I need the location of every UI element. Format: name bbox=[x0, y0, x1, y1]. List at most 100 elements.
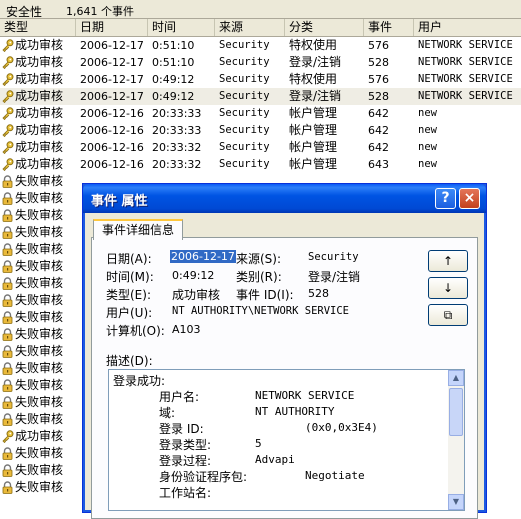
lock-icon bbox=[1, 209, 14, 222]
description-label-text: 用户名: bbox=[159, 390, 200, 404]
cell-date: 2006-12-16 bbox=[80, 158, 144, 171]
key-icon bbox=[1, 90, 14, 104]
description-label-text: 身份验证程序包: bbox=[159, 470, 248, 484]
description-label-text: 登录成功: bbox=[113, 374, 166, 388]
cell-type: 失败审核 bbox=[15, 293, 64, 307]
time-value[interactable]: 0:49:12 bbox=[172, 269, 214, 282]
cell-type: 失败审核 bbox=[15, 276, 64, 290]
date-value[interactable]: 2006-12-17 bbox=[170, 250, 236, 263]
cell-time: 0:51:10 bbox=[152, 39, 195, 52]
lock-icon bbox=[1, 447, 14, 460]
table-row[interactable]: 成功审核 2006-12-16 20:33:32 Security 帐户管理 643 new bbox=[0, 156, 521, 173]
cell-user: NETWORK SERVICE bbox=[418, 39, 513, 51]
cell-event: 642 bbox=[368, 107, 389, 120]
cell-type: 失败审核 bbox=[15, 174, 64, 188]
description-box[interactable]: 登录成功: 用户名: NETWORK SERVICE 域: NT AUTHORITY 登录… bbox=[108, 369, 465, 511]
column-header-row: 类型 日期 时间 来源 分类 事件 用户 bbox=[0, 19, 521, 37]
cell-user: NETWORK SERVICE bbox=[418, 90, 513, 102]
table-row[interactable]: 成功审核 2006-12-17 0:51:10 Security 登录/注销 528 NET… bbox=[0, 54, 521, 71]
lock-icon bbox=[1, 311, 14, 324]
lock-icon bbox=[1, 396, 14, 409]
event-details-panel: 日期(A): 2006-12-17 来源(S): Security 时间(M):… bbox=[91, 237, 478, 519]
tab-event-details[interactable]: 事件详细信息 bbox=[93, 219, 183, 240]
key-icon bbox=[1, 107, 14, 121]
cell-category: 帐户管理 bbox=[289, 157, 338, 171]
lock-icon bbox=[1, 413, 14, 426]
table-row[interactable]: 成功审核 2006-12-17 0:49:12 Security 特权使用 576 NETW… bbox=[0, 71, 521, 88]
description-label-text: 登录类型: bbox=[159, 438, 212, 452]
cell-user: NETWORK SERVICE bbox=[418, 56, 513, 68]
copy-button[interactable]: ⧉ bbox=[428, 304, 468, 326]
cell-type: 失败审核 bbox=[15, 463, 64, 477]
type-value[interactable]: 成功审核 bbox=[172, 286, 220, 303]
event-id-value[interactable]: 528 bbox=[308, 287, 329, 300]
table-row[interactable]: 成功审核 2006-12-16 20:33:32 Security 帐户管理 642 new bbox=[0, 139, 521, 156]
description-value-text: NETWORK SERVICE bbox=[255, 389, 355, 402]
cell-user: new bbox=[418, 158, 437, 170]
scroll-up-icon[interactable]: ▲ bbox=[448, 370, 464, 386]
cell-date: 2006-12-16 bbox=[80, 107, 144, 120]
lock-icon bbox=[1, 362, 14, 375]
description-value-text: 5 bbox=[255, 437, 262, 450]
cell-category: 特权使用 bbox=[289, 72, 338, 86]
lock-icon bbox=[1, 175, 14, 188]
column-header-type[interactable]: 类型 bbox=[0, 19, 76, 36]
cell-source: Security bbox=[219, 124, 270, 136]
cell-user: new bbox=[418, 141, 437, 153]
cell-type: 失败审核 bbox=[15, 361, 64, 375]
key-icon bbox=[1, 430, 14, 444]
column-header-source[interactable]: 来源 bbox=[215, 19, 285, 36]
cell-type: 失败审核 bbox=[15, 446, 64, 460]
column-header-user[interactable]: 用户 bbox=[414, 19, 521, 36]
computer-label: 计算机(O): bbox=[106, 324, 165, 338]
cell-type: 成功审核 bbox=[15, 72, 64, 86]
cell-event: 642 bbox=[368, 141, 389, 154]
cell-category: 登录/注销 bbox=[289, 55, 342, 69]
column-header-time[interactable]: 时间 bbox=[148, 19, 215, 36]
description-label-text: 工作站名: bbox=[159, 486, 212, 500]
lock-icon bbox=[1, 192, 14, 205]
description-value-text: Negotiate bbox=[305, 469, 365, 482]
cell-source: Security bbox=[219, 158, 270, 170]
cell-type: 失败审核 bbox=[15, 242, 64, 256]
cell-type: 失败审核 bbox=[15, 480, 64, 494]
cell-type: 失败审核 bbox=[15, 259, 64, 273]
scroll-down-icon[interactable]: ▼ bbox=[448, 494, 464, 510]
description-scrollbar[interactable]: ▲ ▼ bbox=[448, 370, 464, 510]
cell-event: 576 bbox=[368, 73, 389, 86]
cell-category: 帐户管理 bbox=[289, 140, 338, 154]
user-value[interactable]: NT AUTHORITY\NETWORK SERVICE bbox=[172, 305, 349, 317]
cell-time: 0:51:10 bbox=[152, 56, 195, 69]
cell-time: 20:33:33 bbox=[152, 107, 202, 120]
cell-type: 成功审核 bbox=[15, 55, 64, 69]
cell-type: 成功审核 bbox=[15, 157, 64, 171]
description-label-text: 登录过程: bbox=[159, 454, 212, 468]
column-header-date[interactable]: 日期 bbox=[76, 19, 148, 36]
category-value[interactable]: 登录/注销 bbox=[308, 268, 360, 285]
source-value[interactable]: Security bbox=[308, 251, 359, 263]
computer-value[interactable]: A103 bbox=[172, 323, 201, 336]
scroll-thumb[interactable] bbox=[449, 388, 463, 436]
column-header-event[interactable]: 事件 bbox=[364, 19, 414, 36]
key-icon bbox=[1, 124, 14, 138]
table-row[interactable]: 成功审核 2006-12-17 0:49:12 Security 登录/注销 528 NET… bbox=[0, 88, 521, 105]
column-header-category[interactable]: 分类 bbox=[285, 19, 364, 36]
cell-type: 成功审核 bbox=[15, 106, 64, 120]
key-icon bbox=[1, 39, 14, 53]
dialog-titlebar[interactable]: 事件 属性 ? × bbox=[83, 184, 486, 213]
cell-time: 0:49:12 bbox=[152, 73, 195, 86]
cell-type: 成功审核 bbox=[15, 123, 64, 137]
next-event-button[interactable]: ↓ bbox=[428, 277, 468, 299]
close-button[interactable]: × bbox=[459, 188, 480, 209]
previous-event-button[interactable]: ↑ bbox=[428, 250, 468, 272]
table-row[interactable]: 成功审核 2006-12-16 20:33:33 Security 帐户管理 642 new bbox=[0, 105, 521, 122]
key-icon bbox=[1, 73, 14, 87]
table-row[interactable]: 成功审核 2006-12-17 0:51:10 Security 特权使用 576 NETW… bbox=[0, 37, 521, 54]
cell-date: 2006-12-17 bbox=[80, 73, 144, 86]
help-button[interactable]: ? bbox=[435, 188, 456, 209]
lock-icon bbox=[1, 328, 14, 341]
table-row[interactable]: 成功审核 2006-12-16 20:33:33 Security 帐户管理 642 new bbox=[0, 122, 521, 139]
cell-time: 20:33:32 bbox=[152, 141, 202, 154]
lock-icon bbox=[1, 379, 14, 392]
cell-event: 528 bbox=[368, 56, 389, 69]
